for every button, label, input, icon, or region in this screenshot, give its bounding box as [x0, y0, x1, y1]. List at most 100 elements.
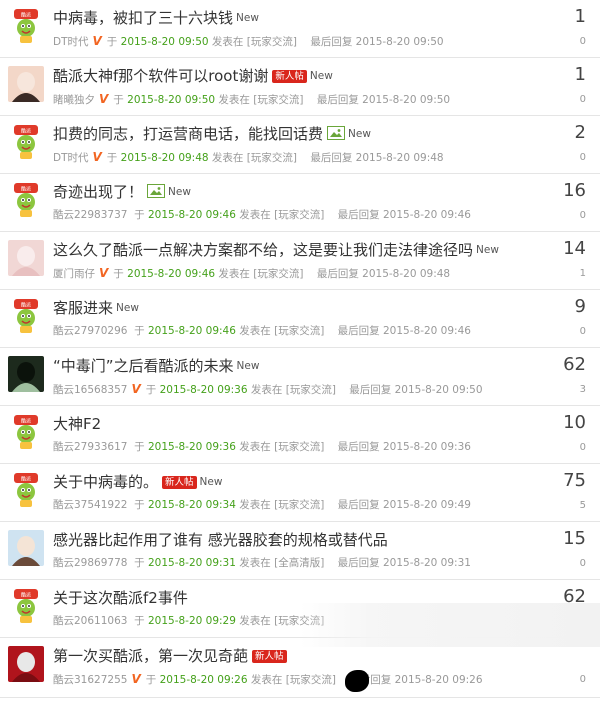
thread-title-text[interactable]: 奇迹出现了！: [53, 183, 143, 201]
thread-meta: 酷云16568357 V 于 2015-8-20 09:36 发表在 [玩家交流] …: [53, 382, 483, 397]
forum-link[interactable]: [玩家交流]: [286, 384, 336, 396]
image-smudge: [300, 603, 600, 647]
thread-title[interactable]: 第一次买酷派，第一次见奇葩 新人帖: [53, 646, 287, 666]
user-avatar[interactable]: [8, 530, 44, 566]
posted-in-label: 发表在: [235, 325, 275, 337]
posted-prefix: 于: [134, 557, 148, 569]
new-tag: New: [348, 128, 371, 140]
forum-link[interactable]: [玩家交流]: [253, 268, 303, 280]
thread-row[interactable]: 酷派 客服进来 New 酷云27970296 于 2015-8-20 09:46 发表…: [0, 290, 600, 348]
view-count: 1: [579, 268, 586, 279]
thread-title-text[interactable]: 中病毒，被扣了三十六块钱: [53, 9, 233, 27]
thread-row[interactable]: 酷派 奇迹出现了！ New 酷云22983737 于 2015-8-20 09:46 …: [0, 174, 600, 232]
last-reply: 最后回复 2015-8-20 09:50: [296, 36, 444, 48]
user-avatar[interactable]: [8, 240, 44, 276]
thread-list: 酷派 中病毒，被扣了三十六块钱 New DT时代 V 于 2015-8-20 09:50 …: [0, 0, 600, 698]
forum-link[interactable]: [玩家交流]: [286, 674, 336, 686]
mascot-avatar-icon[interactable]: 酷派: [8, 298, 44, 334]
author-name[interactable]: 酷云16568357: [53, 384, 127, 396]
thread-row[interactable]: 第一次买酷派，第一次见奇葩 新人帖 酷云31627255 V 于 2015-8-20 0…: [0, 638, 600, 698]
author-name[interactable]: 酷云31627255: [53, 674, 127, 686]
mascot-avatar-icon[interactable]: 酷派: [8, 472, 44, 508]
thread-title-text[interactable]: 酷派大神f那个软件可以root谢谢: [53, 67, 268, 85]
thread-title-text[interactable]: 感光器比起作用了谁有 感光器胶套的规格或替代品: [53, 531, 388, 549]
posted-in-label: 发表在: [235, 209, 275, 221]
posted-prefix: 于: [134, 615, 148, 627]
author-name[interactable]: 酷云27933617: [53, 441, 127, 453]
forum-link[interactable]: [玩家交流]: [247, 36, 297, 48]
mascot-avatar-icon[interactable]: 酷派: [8, 124, 44, 160]
thread-row[interactable]: 酷派 关于中病毒的。 新人帖 New 酷云37541922 于 2015-8-20 09…: [0, 464, 600, 522]
forum-link[interactable]: [玩家交流]: [274, 209, 324, 221]
thread-row[interactable]: 酷派 扣费的同志，打运营商电话，能找回话费 New DT时代 V 于 2015-8-20 …: [0, 116, 600, 174]
thread-meta: 睹曦独夕 V 于 2015-8-20 09:50 发表在 [玩家交流] 最后回复 2…: [53, 92, 450, 107]
forum-link[interactable]: [全高清版]: [274, 557, 324, 569]
mascot-avatar-icon[interactable]: 酷派: [8, 414, 44, 450]
thread-title[interactable]: 关于这次酷派f2事件: [53, 588, 188, 608]
thread-title[interactable]: 中病毒，被扣了三十六块钱 New: [53, 8, 259, 28]
thread-title-text[interactable]: 第一次买酷派，第一次见奇葩: [53, 647, 248, 665]
author-name[interactable]: DT时代: [53, 152, 89, 164]
user-avatar[interactable]: [8, 66, 44, 102]
thread-title-text[interactable]: 关于中病毒的。: [53, 473, 158, 491]
thread-row[interactable]: 这么久了酷派一点解决方案都不给，这是要让我们走法律途径吗 New 厦门雨仔 V 于 20…: [0, 232, 600, 290]
author-name[interactable]: 睹曦独夕: [53, 94, 95, 106]
thread-title-text[interactable]: 扣费的同志，打运营商电话，能找回话费: [53, 125, 323, 143]
thread-title[interactable]: “中毒门”之后看酷派的未来 New: [53, 356, 259, 376]
forum-link[interactable]: [玩家交流]: [274, 441, 324, 453]
user-avatar[interactable]: [8, 646, 44, 682]
mascot-avatar-icon[interactable]: 酷派: [8, 182, 44, 218]
thread-title[interactable]: 奇迹出现了！ New: [53, 182, 191, 202]
thread-meta: DT时代 V 于 2015-8-20 09:50 发表在 [玩家交流] 最后回复 2…: [53, 34, 444, 49]
last-reply: 最后回复 2015-8-20 09:31: [324, 557, 471, 569]
forum-link[interactable]: [玩家交流]: [274, 499, 324, 511]
thread-title[interactable]: 关于中病毒的。 新人帖 New: [53, 472, 222, 492]
mascot-avatar-icon[interactable]: 酷派: [8, 588, 44, 624]
author-name[interactable]: 酷云20611063: [53, 615, 127, 627]
verified-v-icon: V: [92, 34, 102, 48]
author-name[interactable]: 厦门雨仔: [53, 268, 95, 280]
thread-title[interactable]: 酷派大神f那个软件可以root谢谢 新人帖 New: [53, 66, 333, 86]
thread-title-text[interactable]: 客服进来: [53, 299, 113, 317]
author-name[interactable]: 酷云29869778: [53, 557, 127, 569]
verified-v-icon: V: [92, 150, 102, 164]
thread-title[interactable]: 这么久了酷派一点解决方案都不给，这是要让我们走法律途径吗 New: [53, 240, 499, 260]
post-date: 2015-8-20 09:31: [147, 557, 236, 569]
thread-row[interactable]: “中毒门”之后看酷派的未来 New 酷云16568357 V 于 2015-8-20 0…: [0, 348, 600, 406]
author-name[interactable]: 酷云37541922: [53, 499, 127, 511]
author-name[interactable]: 酷云27970296: [53, 325, 127, 337]
thread-row[interactable]: 酷派 大神F2 酷云27933617 于 2015-8-20 09:36 发表在 […: [0, 406, 600, 464]
view-count: 0: [579, 152, 586, 163]
thread-title[interactable]: 感光器比起作用了谁有 感光器胶套的规格或替代品: [53, 530, 388, 550]
thread-title-text[interactable]: 关于这次酷派f2事件: [53, 589, 188, 607]
posted-in-label: 发表在: [235, 615, 275, 627]
post-date: 2015-8-20 09:50: [120, 36, 209, 48]
post-date: 2015-8-20 09:36: [159, 384, 248, 396]
thread-meta: 酷云29869778 于 2015-8-20 09:31 发表在 [全高清版] …: [53, 556, 471, 570]
reply-count: 15: [563, 528, 586, 549]
author-name[interactable]: DT时代: [53, 36, 89, 48]
thread-title[interactable]: 客服进来 New: [53, 298, 139, 318]
thread-title-text[interactable]: 大神F2: [53, 415, 101, 433]
thread-row[interactable]: 感光器比起作用了谁有 感光器胶套的规格或替代品酷云29869778 于 2015…: [0, 522, 600, 580]
author-name[interactable]: 酷云22983737: [53, 209, 127, 221]
image-attachment-icon: [327, 126, 346, 140]
thread-title[interactable]: 扣费的同志，打运营商电话，能找回话费 New: [53, 124, 371, 144]
thread-title-text[interactable]: “中毒门”之后看酷派的未来: [53, 357, 234, 375]
forum-link[interactable]: [玩家交流]: [247, 152, 297, 164]
forum-link[interactable]: [玩家交流]: [274, 325, 324, 337]
mascot-avatar-icon[interactable]: 酷派: [8, 8, 44, 44]
user-avatar[interactable]: [8, 356, 44, 392]
thread-title[interactable]: 大神F2: [53, 414, 101, 434]
posted-in-label: 发表在: [215, 268, 254, 280]
thread-row[interactable]: 酷派 中病毒，被扣了三十六块钱 New DT时代 V 于 2015-8-20 09:50 …: [0, 0, 600, 58]
thread-row[interactable]: 酷派大神f那个软件可以root谢谢 新人帖 New 睹曦独夕 V 于 2015-8-20 …: [0, 58, 600, 116]
thread-meta: 酷云22983737 于 2015-8-20 09:46 发表在 [玩家交流] …: [53, 208, 471, 222]
forum-link[interactable]: [玩家交流]: [253, 94, 303, 106]
thread-title-text[interactable]: 这么久了酷派一点解决方案都不给，这是要让我们走法律途径吗: [53, 241, 473, 259]
svg-text:酷派: 酷派: [21, 302, 31, 309]
view-count: 0: [579, 558, 586, 569]
post-date: 2015-8-20 09:36: [147, 441, 236, 453]
post-date: 2015-8-20 09:46: [147, 325, 236, 337]
new-tag: New: [116, 302, 139, 314]
